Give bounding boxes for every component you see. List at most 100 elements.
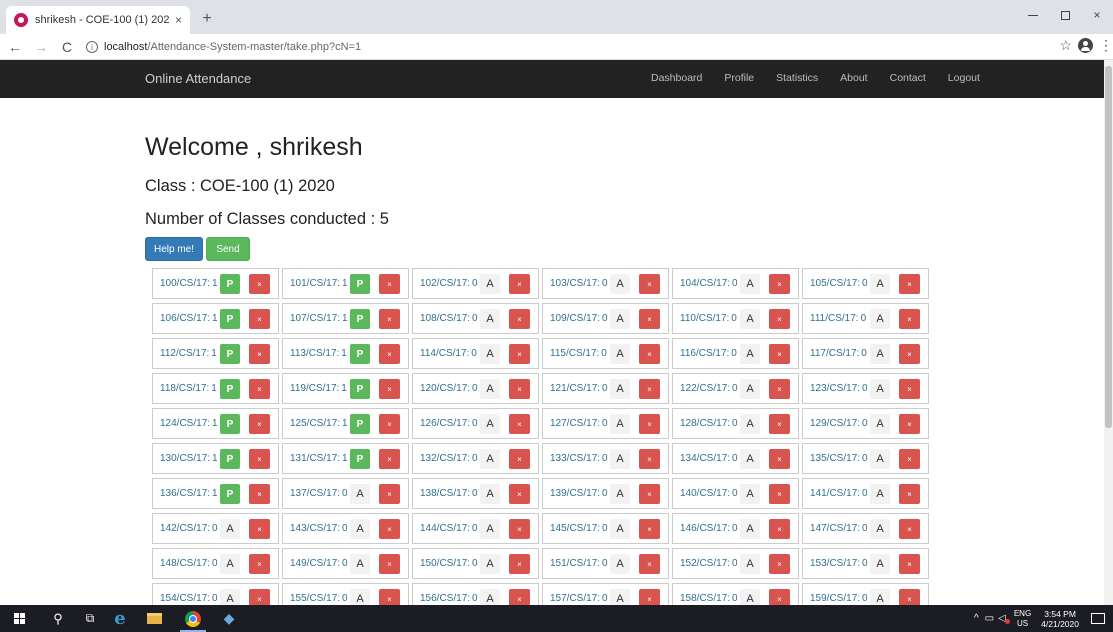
absent-indicator[interactable]: A xyxy=(870,379,890,399)
remove-button[interactable]: × xyxy=(899,379,920,399)
remove-button[interactable]: × xyxy=(509,589,530,605)
absent-indicator[interactable]: A xyxy=(480,519,500,539)
scrollbar-thumb[interactable] xyxy=(1105,66,1112,428)
absent-indicator[interactable]: A xyxy=(610,589,630,605)
remove-button[interactable]: × xyxy=(639,274,660,294)
nav-about[interactable]: About xyxy=(840,72,867,84)
absent-indicator[interactable]: A xyxy=(610,309,630,329)
absent-indicator[interactable]: A xyxy=(480,449,500,469)
present-button[interactable]: P xyxy=(350,274,370,294)
minimize-button[interactable] xyxy=(1017,0,1049,30)
nav-contact[interactable]: Contact xyxy=(890,72,926,84)
page-scrollbar[interactable] xyxy=(1104,60,1113,605)
remove-button[interactable]: × xyxy=(639,484,660,504)
remove-button[interactable]: × xyxy=(639,449,660,469)
remove-button[interactable]: × xyxy=(899,554,920,574)
search-icon[interactable]: ⚲ xyxy=(50,605,66,632)
remove-button[interactable]: × xyxy=(769,554,790,574)
absent-indicator[interactable]: A xyxy=(350,519,370,539)
remove-button[interactable]: × xyxy=(769,414,790,434)
present-button[interactable]: P xyxy=(350,414,370,434)
site-brand[interactable]: Online Attendance xyxy=(145,71,251,86)
remove-button[interactable]: × xyxy=(899,274,920,294)
help-button[interactable]: Help me! xyxy=(145,237,203,261)
absent-indicator[interactable]: A xyxy=(740,379,760,399)
absent-indicator[interactable]: A xyxy=(870,589,890,605)
tray-expand-icon[interactable]: ^ xyxy=(974,613,979,624)
nav-logout[interactable]: Logout xyxy=(948,72,980,84)
remove-button[interactable]: × xyxy=(249,519,270,539)
remove-button[interactable]: × xyxy=(249,379,270,399)
remove-button[interactable]: × xyxy=(899,344,920,364)
absent-indicator[interactable]: A xyxy=(220,519,240,539)
maximize-button[interactable] xyxy=(1049,0,1081,30)
present-button[interactable]: P xyxy=(220,274,240,294)
absent-indicator[interactable]: A xyxy=(350,484,370,504)
absent-indicator[interactable]: A xyxy=(610,484,630,504)
remove-button[interactable]: × xyxy=(249,554,270,574)
present-button[interactable]: P xyxy=(220,379,240,399)
remove-button[interactable]: × xyxy=(769,449,790,469)
absent-indicator[interactable]: A xyxy=(480,379,500,399)
remove-button[interactable]: × xyxy=(249,449,270,469)
remove-button[interactable]: × xyxy=(379,379,400,399)
task-view-icon[interactable]: ⧉ xyxy=(82,605,98,632)
remove-button[interactable]: × xyxy=(249,414,270,434)
remove-button[interactable]: × xyxy=(639,519,660,539)
reload-button[interactable]: C xyxy=(56,36,78,58)
remove-button[interactable]: × xyxy=(769,589,790,605)
remove-button[interactable]: × xyxy=(769,379,790,399)
profile-avatar-icon[interactable] xyxy=(1078,38,1093,53)
remove-button[interactable]: × xyxy=(379,519,400,539)
absent-indicator[interactable]: A xyxy=(480,589,500,605)
remove-button[interactable]: × xyxy=(379,344,400,364)
present-button[interactable]: P xyxy=(350,379,370,399)
remove-button[interactable]: × xyxy=(769,309,790,329)
tab-close-icon[interactable]: × xyxy=(169,13,182,27)
remove-button[interactable]: × xyxy=(899,484,920,504)
volume-icon[interactable]: ◁ xyxy=(998,613,1010,624)
address-bar[interactable]: i localhost/Attendance-System-master/tak… xyxy=(86,37,1026,57)
present-button[interactable]: P xyxy=(220,344,240,364)
language-indicator[interactable]: ENG US xyxy=(1014,609,1031,629)
remove-button[interactable]: × xyxy=(379,274,400,294)
remove-button[interactable]: × xyxy=(249,309,270,329)
absent-indicator[interactable]: A xyxy=(220,554,240,574)
bookmark-star-icon[interactable]: ☆ xyxy=(1059,37,1072,54)
remove-button[interactable]: × xyxy=(639,379,660,399)
absent-indicator[interactable]: A xyxy=(870,309,890,329)
new-tab-button[interactable]: + xyxy=(196,9,218,29)
remove-button[interactable]: × xyxy=(899,414,920,434)
remove-button[interactable]: × xyxy=(639,554,660,574)
absent-indicator[interactable]: A xyxy=(480,414,500,434)
absent-indicator[interactable]: A xyxy=(740,554,760,574)
nav-statistics[interactable]: Statistics xyxy=(776,72,818,84)
present-button[interactable]: P xyxy=(220,449,240,469)
remove-button[interactable]: × xyxy=(379,449,400,469)
absent-indicator[interactable]: A xyxy=(480,344,500,364)
network-icon[interactable]: ▭ xyxy=(985,613,994,624)
absent-indicator[interactable]: A xyxy=(870,519,890,539)
absent-indicator[interactable]: A xyxy=(870,344,890,364)
site-info-icon[interactable]: i xyxy=(86,41,98,53)
remove-button[interactable]: × xyxy=(249,589,270,605)
present-button[interactable]: P xyxy=(350,309,370,329)
absent-indicator[interactable]: A xyxy=(610,449,630,469)
absent-indicator[interactable]: A xyxy=(740,519,760,539)
browser-tab[interactable]: shrikesh - COE-100 (1) 2020 × xyxy=(6,6,190,34)
remove-button[interactable]: × xyxy=(899,309,920,329)
absent-indicator[interactable]: A xyxy=(610,414,630,434)
absent-indicator[interactable]: A xyxy=(610,379,630,399)
absent-indicator[interactable]: A xyxy=(870,554,890,574)
absent-indicator[interactable]: A xyxy=(480,274,500,294)
notifications-icon[interactable] xyxy=(1091,613,1105,624)
remove-button[interactable]: × xyxy=(639,309,660,329)
absent-indicator[interactable]: A xyxy=(740,274,760,294)
absent-indicator[interactable]: A xyxy=(350,589,370,605)
absent-indicator[interactable]: A xyxy=(740,484,760,504)
pinned-app-icon[interactable]: ◆ xyxy=(220,605,238,632)
absent-indicator[interactable]: A xyxy=(480,484,500,504)
remove-button[interactable]: × xyxy=(509,519,530,539)
remove-button[interactable]: × xyxy=(249,484,270,504)
absent-indicator[interactable]: A xyxy=(740,589,760,605)
